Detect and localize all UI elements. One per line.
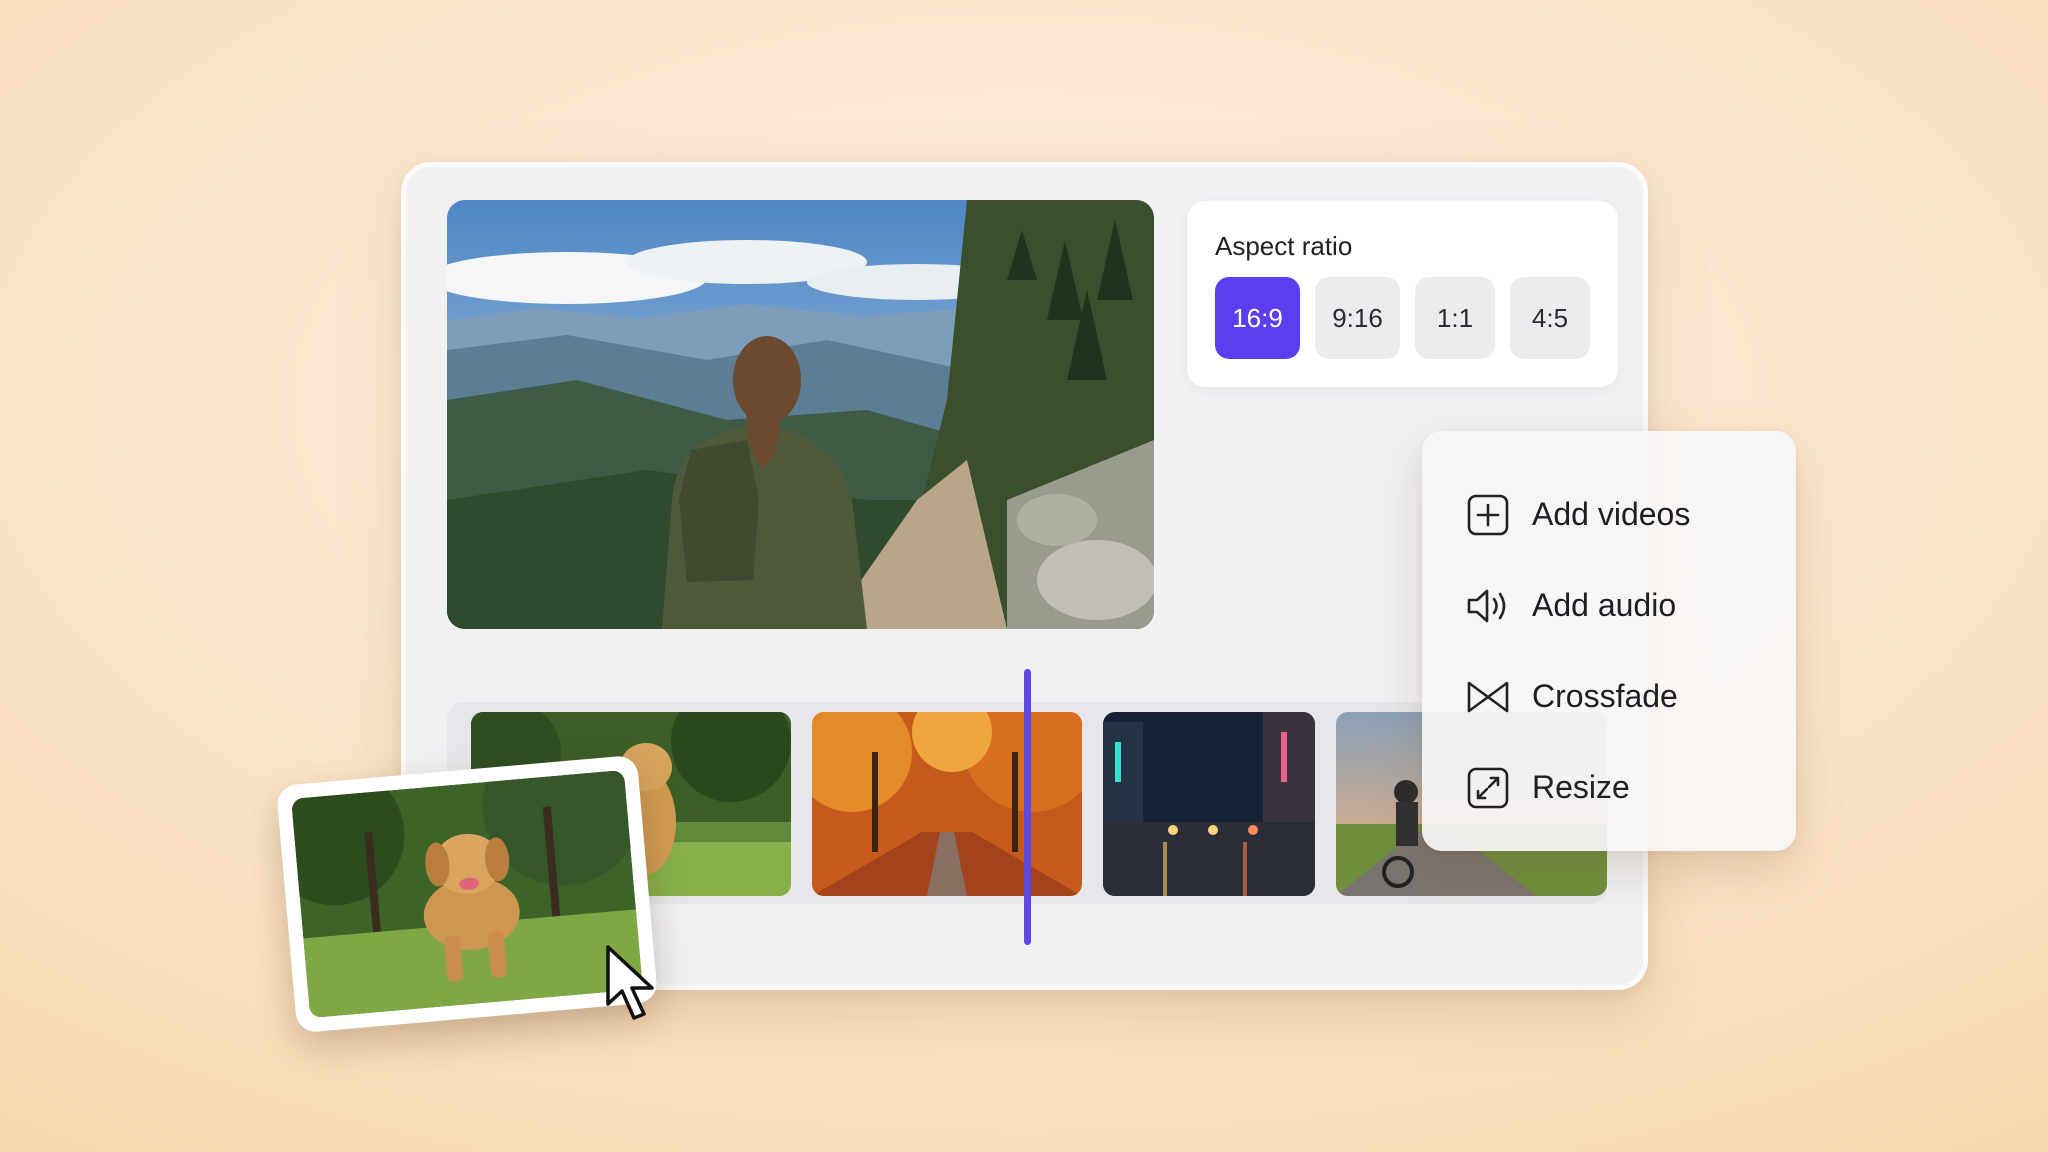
menu-item-add-audio[interactable]: Add audio xyxy=(1422,560,1796,651)
timeline-playhead[interactable] xyxy=(1024,669,1031,945)
menu-item-add-videos[interactable]: Add videos xyxy=(1422,469,1796,560)
menu-item-resize[interactable]: Resize xyxy=(1422,742,1796,833)
resize-icon xyxy=(1466,766,1510,810)
menu-item-label: Add audio xyxy=(1532,587,1677,623)
menu-item-label: Crossfade xyxy=(1532,678,1678,714)
menu-item-label: Resize xyxy=(1532,769,1630,805)
mouse-pointer-icon xyxy=(606,945,654,1020)
dog-running-image xyxy=(291,769,643,1019)
speaker-icon xyxy=(1466,584,1510,628)
crossfade-icon xyxy=(1466,675,1510,719)
aspect-ratio-panel: Aspect ratio 16:9 9:16 1:1 4:5 xyxy=(1187,201,1618,387)
ratio-9-16-button[interactable]: 9:16 xyxy=(1315,277,1400,359)
video-preview[interactable] xyxy=(447,200,1154,629)
clip-city-street-night[interactable] xyxy=(1103,712,1315,896)
dragged-dog-photo xyxy=(291,769,643,1019)
ratio-1-1-button[interactable]: 1:1 xyxy=(1415,277,1495,359)
aspect-ratio-options: 16:9 9:16 1:1 4:5 xyxy=(1215,277,1590,359)
clip-autumn-path[interactable] xyxy=(812,712,1082,896)
add-square-icon xyxy=(1466,493,1510,537)
context-menu: Add videos Add audio Crossfade Resize xyxy=(1422,431,1796,851)
hiker-mountain-image xyxy=(447,200,1154,629)
dragged-clip-card[interactable] xyxy=(275,754,659,1034)
menu-item-crossfade[interactable]: Crossfade xyxy=(1422,651,1796,742)
autumn-path-thumbnail xyxy=(812,712,1082,896)
menu-item-label: Add videos xyxy=(1532,496,1691,532)
ratio-16-9-button[interactable]: 16:9 xyxy=(1215,277,1300,359)
aspect-ratio-title: Aspect ratio xyxy=(1215,231,1353,261)
city-night-thumbnail xyxy=(1103,712,1315,896)
ratio-4-5-button[interactable]: 4:5 xyxy=(1510,277,1590,359)
